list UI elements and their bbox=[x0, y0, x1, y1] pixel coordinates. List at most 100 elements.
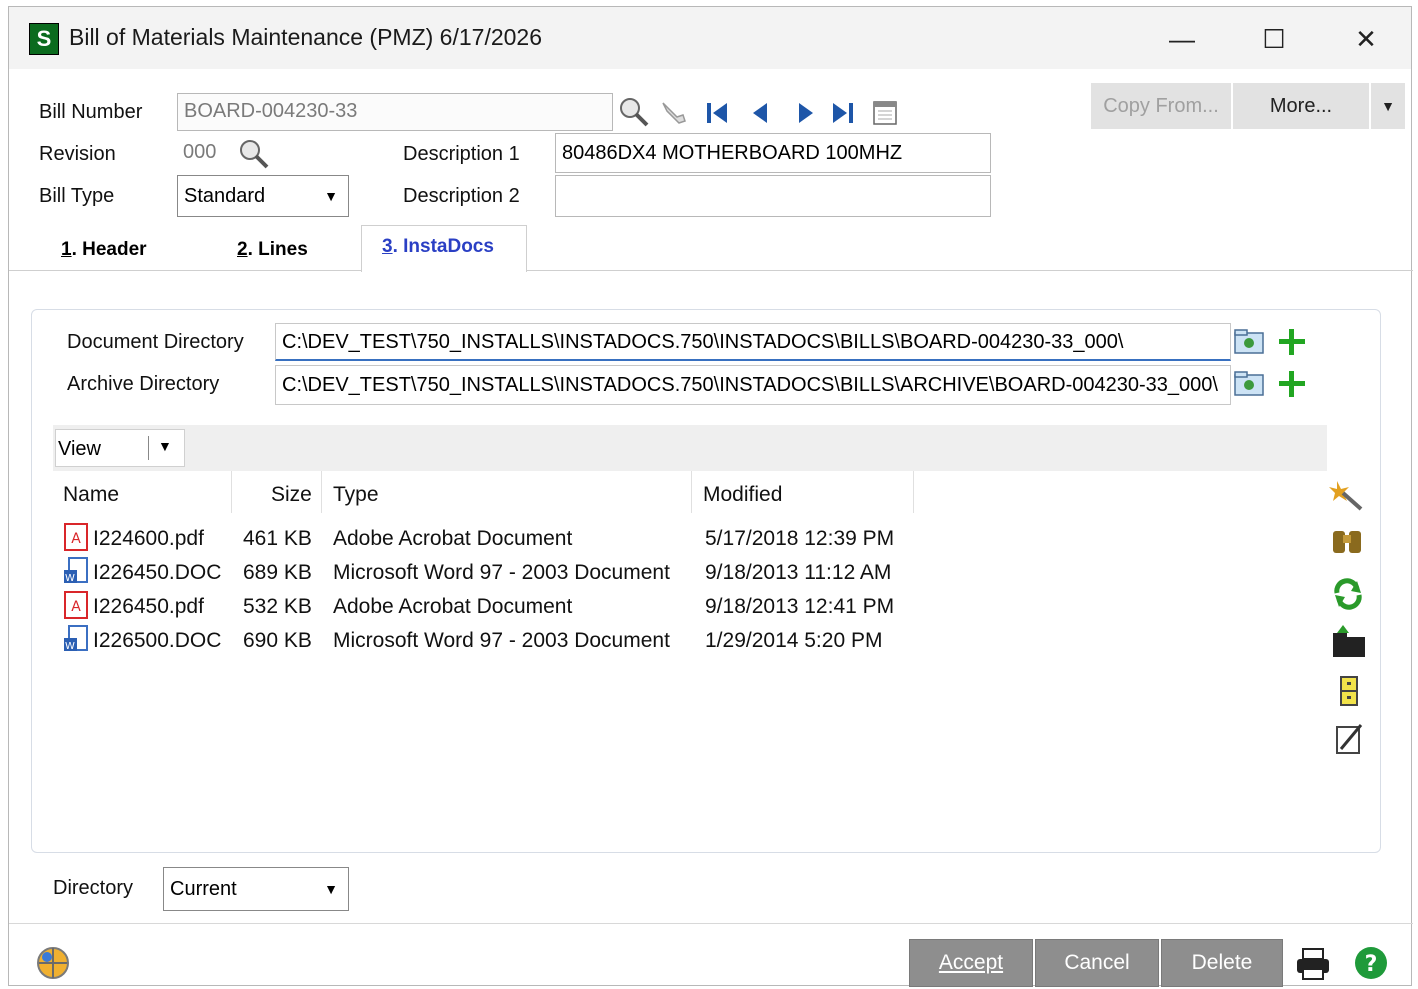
word-icon: W bbox=[64, 557, 88, 584]
column-divider bbox=[691, 471, 692, 513]
svg-text:?: ? bbox=[1365, 952, 1378, 977]
tab-lines[interactable]: 2. Lines bbox=[237, 239, 308, 261]
table-row[interactable]: W I226450.DOC 689 KB Microsoft Word 97 -… bbox=[59, 555, 929, 589]
directory-value: Current bbox=[170, 878, 237, 900]
app-icon: S bbox=[29, 23, 59, 55]
column-header-size[interactable]: Size bbox=[271, 483, 312, 507]
help-icon[interactable]: ? bbox=[1353, 945, 1389, 981]
more-dropdown-button[interactable]: ▼ bbox=[1371, 83, 1405, 129]
first-record-icon[interactable] bbox=[703, 99, 731, 127]
file-size: 689 KB bbox=[243, 561, 312, 584]
calendar-icon[interactable] bbox=[871, 97, 901, 127]
column-header-modified[interactable]: Modified bbox=[703, 483, 782, 507]
edit-icon[interactable] bbox=[1329, 721, 1369, 757]
tab-header[interactable]: 1. Header bbox=[61, 239, 147, 261]
footer-divider bbox=[9, 923, 1413, 924]
tab-lines-label: . Lines bbox=[247, 239, 308, 260]
file-type: Microsoft Word 97 - 2003 Document bbox=[333, 561, 670, 584]
view-dropdown[interactable]: View ▼ bbox=[55, 429, 185, 467]
archive-directory-field[interactable]: C:\DEV_TEST\750_INSTALLS\INSTADOCS.750\I… bbox=[275, 365, 1231, 405]
column-header-name[interactable]: Name bbox=[63, 483, 119, 507]
tab-instadocs-text: 3. InstaDocs bbox=[382, 236, 494, 258]
directory-select[interactable]: Current ▼ bbox=[163, 867, 349, 911]
next-record-icon[interactable] bbox=[791, 99, 819, 127]
cancel-button-label: Cancel bbox=[1064, 951, 1130, 974]
tab-instadocs-label: . InstaDocs bbox=[392, 236, 494, 257]
file-name: I226450.pdf bbox=[93, 595, 204, 618]
file-modified: 9/18/2013 11:12 AM bbox=[705, 561, 892, 584]
binoculars-icon[interactable] bbox=[1329, 525, 1369, 561]
cabinet-icon[interactable] bbox=[1329, 673, 1369, 709]
description1-label: Description 1 bbox=[403, 143, 520, 165]
description2-label: Description 2 bbox=[403, 185, 520, 207]
document-directory-field[interactable]: C:\DEV_TEST\750_INSTALLS\INSTADOCS.750\I… bbox=[275, 323, 1231, 361]
bill-type-value: Standard bbox=[184, 185, 266, 207]
window-title: Bill of Materials Maintenance (PMZ) 6/17… bbox=[69, 24, 542, 50]
wizard-icon[interactable] bbox=[1329, 477, 1369, 513]
file-modified: 1/29/2014 5:20 PM bbox=[705, 629, 883, 652]
file-type: Microsoft Word 97 - 2003 Document bbox=[333, 629, 670, 652]
printer-icon[interactable] bbox=[1295, 947, 1331, 981]
svg-text:W: W bbox=[65, 573, 75, 584]
bill-number-field[interactable]: BOARD-004230-33 bbox=[177, 93, 613, 131]
tab-lines-number: 2 bbox=[237, 239, 248, 260]
last-record-icon[interactable] bbox=[829, 99, 857, 127]
tab-instadocs-number: 3 bbox=[382, 236, 393, 257]
file-size: 690 KB bbox=[243, 629, 312, 652]
close-button[interactable]: ✕ bbox=[1343, 19, 1389, 59]
add-archive-directory-icon[interactable] bbox=[1275, 367, 1309, 401]
previous-record-icon[interactable] bbox=[747, 99, 775, 127]
file-name: I226500.DOC bbox=[93, 629, 222, 652]
column-header-type[interactable]: Type bbox=[333, 483, 379, 507]
file-type: Adobe Acrobat Document bbox=[333, 527, 573, 550]
file-type: Adobe Acrobat Document bbox=[333, 595, 573, 618]
view-separator bbox=[148, 436, 149, 460]
file-name: I226450.DOC bbox=[93, 561, 222, 584]
cancel-button[interactable]: Cancel bbox=[1035, 939, 1159, 987]
file-modified: 9/18/2013 12:41 PM bbox=[705, 595, 895, 618]
table-row[interactable]: A I226450.pdf 532 KB Adobe Acrobat Docum… bbox=[59, 589, 929, 623]
accept-button-label: Accept bbox=[938, 951, 1004, 974]
browse-archive-folder-icon[interactable] bbox=[1233, 369, 1267, 399]
revision-field[interactable]: 000 bbox=[177, 137, 237, 171]
copy-from-button[interactable]: Copy From... bbox=[1091, 83, 1231, 129]
accept-button[interactable]: Accept bbox=[909, 939, 1033, 987]
browse-folder-icon[interactable] bbox=[1233, 327, 1267, 357]
revision-label: Revision bbox=[39, 143, 116, 165]
file-modified: 5/17/2018 12:39 PM bbox=[705, 527, 895, 550]
minimize-button[interactable]: — bbox=[1159, 19, 1205, 59]
refresh-icon[interactable] bbox=[1329, 575, 1369, 611]
chevron-down-icon: ▼ bbox=[324, 881, 338, 897]
more-button[interactable]: More... bbox=[1233, 83, 1369, 129]
delete-button-label: Delete bbox=[1191, 951, 1253, 974]
view-toolbar bbox=[53, 425, 1327, 471]
bill-type-select[interactable]: Standard ▼ bbox=[177, 175, 349, 217]
delete-button[interactable]: Delete bbox=[1161, 939, 1283, 987]
svg-text:W: W bbox=[65, 641, 75, 652]
table-row[interactable]: A I224600.pdf 461 KB Adobe Acrobat Docum… bbox=[59, 521, 929, 555]
description1-field[interactable]: 80486DX4 MOTHERBOARD 100MHZ bbox=[555, 133, 991, 173]
description2-field[interactable] bbox=[555, 175, 991, 217]
tab-header-label: . Header bbox=[71, 239, 147, 260]
upload-folder-icon[interactable] bbox=[1329, 623, 1369, 659]
maximize-button[interactable]: ☐ bbox=[1251, 19, 1297, 59]
lookup-icon[interactable] bbox=[617, 95, 653, 129]
chevron-down-icon: ▼ bbox=[324, 188, 338, 204]
column-divider bbox=[231, 471, 232, 513]
bom-maintenance-window: S Bill of Materials Maintenance (PMZ) 6/… bbox=[8, 6, 1413, 987]
add-directory-icon[interactable] bbox=[1275, 325, 1309, 359]
title-bar: S Bill of Materials Maintenance (PMZ) 6/… bbox=[9, 7, 1411, 69]
view-label: View bbox=[58, 438, 101, 460]
archive-directory-label: Archive Directory bbox=[67, 373, 220, 395]
chevron-down-icon: ▼ bbox=[158, 438, 172, 454]
revision-lookup-icon[interactable] bbox=[237, 137, 273, 171]
tab-instadocs[interactable]: 3. InstaDocs bbox=[361, 225, 527, 272]
table-row[interactable]: W I226500.DOC 690 KB Microsoft Word 97 -… bbox=[59, 623, 929, 657]
file-size: 532 KB bbox=[243, 595, 312, 618]
svg-text:A: A bbox=[71, 599, 81, 615]
sage-globe-icon[interactable] bbox=[35, 945, 71, 981]
pdf-icon: A bbox=[64, 591, 88, 619]
bill-number-label: Bill Number bbox=[39, 101, 143, 123]
tab-strip-border bbox=[9, 270, 1413, 271]
key-icon[interactable] bbox=[655, 95, 691, 129]
